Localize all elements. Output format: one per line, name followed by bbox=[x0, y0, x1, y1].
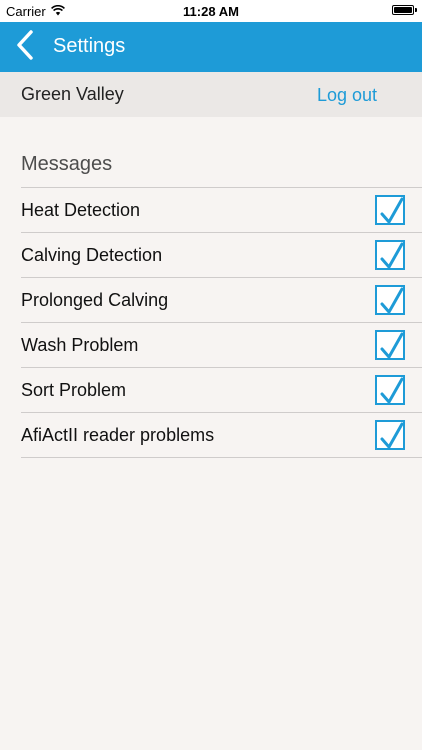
checkmark-icon bbox=[380, 287, 404, 314]
battery-icon bbox=[392, 5, 417, 15]
checkmark-icon bbox=[380, 242, 404, 269]
status-time: 11:28 AM bbox=[183, 4, 239, 19]
chevron-left-icon bbox=[16, 29, 34, 65]
list-item-label: Wash Problem bbox=[21, 335, 139, 355]
checkmark-icon bbox=[380, 422, 404, 449]
prolonged-calving-checkbox[interactable] bbox=[375, 285, 405, 315]
farm-name: Green Valley bbox=[21, 84, 124, 104]
heat-detection-checkbox[interactable] bbox=[375, 195, 405, 225]
navigation-bar: Settings bbox=[0, 22, 422, 72]
list-item-label: Heat Detection bbox=[21, 200, 141, 220]
calving-detection-checkbox[interactable] bbox=[375, 240, 405, 270]
list-item-sort-problem[interactable]: Sort Problem bbox=[21, 367, 422, 412]
list-item-label: Prolonged Calving bbox=[21, 290, 169, 310]
sort-problem-checkbox[interactable] bbox=[375, 375, 405, 405]
list-item-calving-detection[interactable]: Calving Detection bbox=[21, 232, 422, 277]
list-item-heat-detection[interactable]: Heat Detection bbox=[21, 187, 422, 232]
farm-row: Green Valley Log out bbox=[0, 72, 422, 117]
back-button[interactable] bbox=[10, 29, 40, 65]
list-item-afiactii-reader-problems[interactable]: AfiActII reader problems bbox=[21, 412, 422, 458]
checkmark-icon bbox=[380, 332, 404, 359]
messages-list: Heat Detection Calving Detection Prolong… bbox=[21, 187, 422, 458]
checkmark-icon bbox=[380, 197, 404, 224]
list-item-wash-problem[interactable]: Wash Problem bbox=[21, 322, 422, 367]
list-item-prolonged-calving[interactable]: Prolonged Calving bbox=[21, 277, 422, 322]
checkmark-icon bbox=[380, 377, 404, 404]
list-item-label: Sort Problem bbox=[21, 380, 127, 400]
page-title: Settings bbox=[53, 35, 126, 57]
logout-button[interactable]: Log out bbox=[317, 85, 377, 106]
list-item-label: Calving Detection bbox=[21, 245, 163, 265]
afiactii-reader-problems-checkbox[interactable] bbox=[375, 420, 405, 450]
messages-section-header: Messages bbox=[21, 153, 113, 175]
status-bar: Carrier 11:28 AM bbox=[0, 0, 422, 22]
list-item-label: AfiActII reader problems bbox=[21, 425, 215, 445]
wash-problem-checkbox[interactable] bbox=[375, 330, 405, 360]
